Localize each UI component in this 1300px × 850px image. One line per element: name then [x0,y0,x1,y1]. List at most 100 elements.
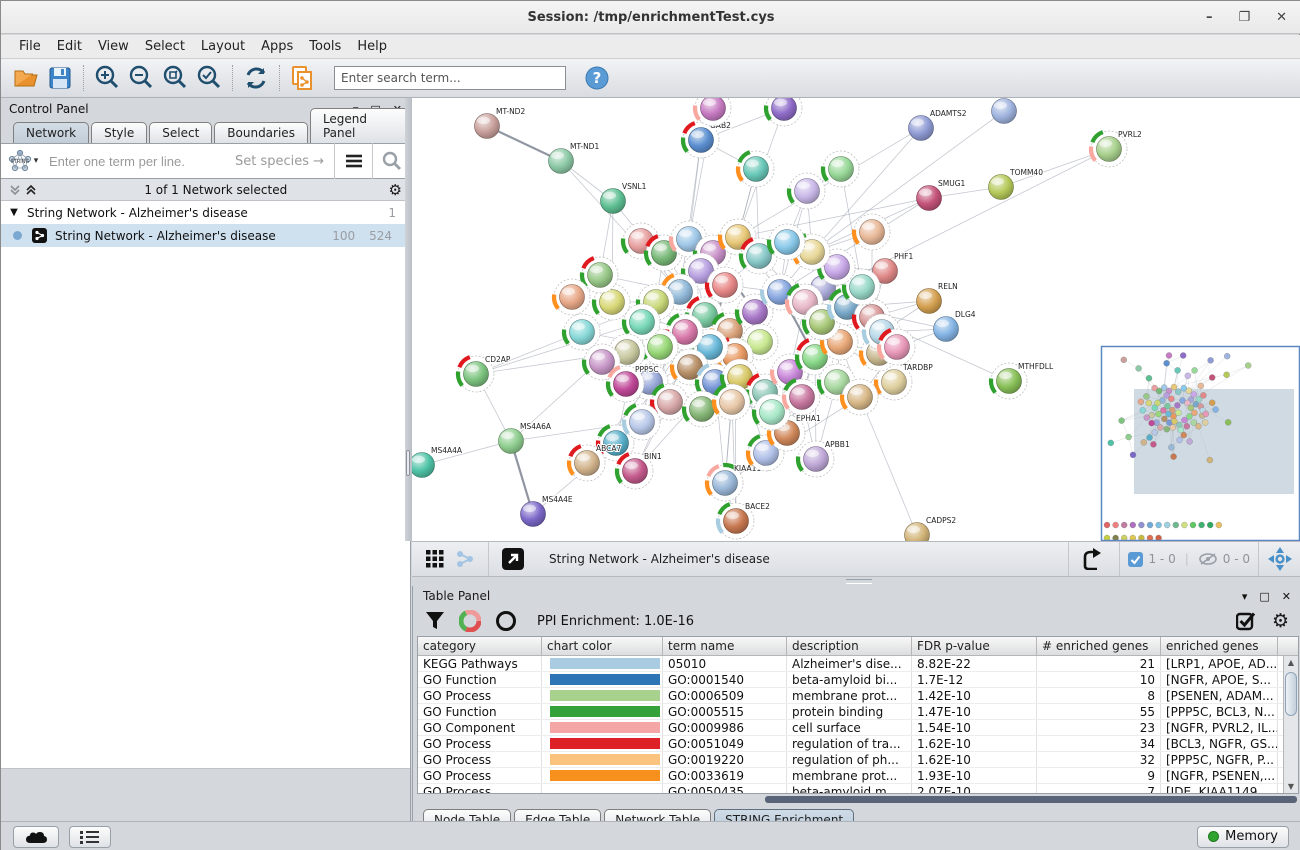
table-settings-gear-icon[interactable]: ⚙ [1272,612,1289,631]
network-row-selected[interactable]: String Network - Alzheimer's disease 100… [1,224,410,247]
string-network-icon [32,228,47,243]
chart-color-cell [542,688,663,703]
splitter-handle[interactable] [406,450,410,476]
table-row[interactable]: GO ProcessGO:0019220regulation of ph...1… [418,752,1298,768]
menu-apps[interactable]: Apps [253,36,301,57]
table-row[interactable]: GO FunctionGO:0001540beta-amyloid bi...1… [418,672,1298,688]
cloud-tasks-button[interactable] [13,826,59,848]
menu-edit[interactable]: Edit [49,36,90,57]
splitter-grip[interactable] [846,579,872,584]
refresh-button[interactable] [239,62,273,94]
menu-tools[interactable]: Tools [301,36,349,57]
table-row[interactable]: GO ProcessGO:0033619membrane prot...1.93… [418,768,1298,784]
h-scrollbar-thumb[interactable] [765,796,1297,803]
close-button[interactable]: ✕ [1276,11,1287,24]
tab-network[interactable]: Network [13,122,89,143]
network-title: String Network - Alzheimer's disease [537,552,1068,566]
app-window: Session: /tmp/enrichmentTest.cys – ❐ ✕ F… [0,0,1300,850]
column-header-chart-color[interactable]: chart color [542,637,663,655]
chart-settings-icon[interactable] [459,610,481,632]
cell: [BCL3, NGFR, GS... [1161,736,1278,751]
string-term-input[interactable] [45,154,235,169]
network-collection-row[interactable]: ▼ String Network - Alzheimer's disease 1 [1,201,410,224]
scroll-up-icon[interactable]: ▲ [1284,656,1298,670]
panel-float-icon[interactable]: □ [1259,591,1269,602]
cell: beta-amyloid m... [787,784,912,794]
cell: protein binding [787,704,912,719]
table-row[interactable]: GO ProcessGO:0051049regulation of tra...… [418,736,1298,752]
table-row[interactable]: GO FunctionGO:0005515protein binding1.47… [418,704,1298,720]
menu-file[interactable]: File [11,36,49,57]
zoom-selected-button[interactable] [192,62,226,94]
filter-enrichment-icon[interactable] [425,611,445,631]
column-header--enriched-genes[interactable]: # enriched genes [1037,637,1161,655]
color-swatch [550,674,660,685]
title-bar: Session: /tmp/enrichmentTest.cys – ❐ ✕ [1,1,1300,34]
svg-text:APBB1: APBB1 [825,440,850,449]
table-panel-title: Table Panel [423,589,490,603]
birdseye-toggle-button[interactable] [1259,546,1300,572]
search-input[interactable] [334,66,566,90]
network-canvas[interactable]: MT-ND2MT-ND1VSNL1GAB2ADAMTS2SMUG1TOMM40P… [412,98,1300,541]
scrollbar-thumb[interactable] [1285,672,1297,716]
minimize-button[interactable]: – [1206,11,1213,24]
scroll-down-icon[interactable]: ▼ [1284,780,1298,794]
cell: 34 [1037,736,1161,751]
menu-help[interactable]: Help [349,36,395,57]
cell: 32 [1037,752,1161,767]
column-header-category[interactable]: category [418,637,542,655]
table-row[interactable]: GO ProcessGO:0050435beta-amyloid m...2.0… [418,784,1298,794]
menu-select[interactable]: Select [137,36,193,57]
tree-expand-icon[interactable]: ▼ [1,207,27,218]
grid-view-button[interactable] [420,543,450,575]
remove-chart-icon[interactable] [495,610,517,632]
help-button[interactable]: ? [580,62,614,94]
svg-text:PPP5C: PPP5C [635,365,659,374]
table-row[interactable]: KEGG Pathways05010Alzheimer's dise...8.8… [418,656,1298,672]
memory-label: Memory [1225,829,1278,844]
clone-network-button[interactable] [286,62,320,94]
column-header-term-name[interactable]: term name [663,637,787,655]
string-share-button[interactable] [450,543,480,575]
zoom-out-button[interactable] [124,62,158,94]
table-splitter[interactable] [412,577,1300,586]
zoom-fit-button[interactable] [158,62,192,94]
string-protein-query-icon[interactable]: STRING ▾ [1,149,45,173]
open-in-browser-button[interactable] [497,543,529,575]
memory-button[interactable]: Memory [1197,826,1289,848]
tab-style[interactable]: Style [91,122,147,143]
horizontal-scrollbar[interactable] [417,796,1299,804]
panel-menu-icon[interactable]: ▾ [1242,591,1248,602]
maximize-button[interactable]: ❐ [1238,11,1250,24]
table-row[interactable]: GO ProcessGO:0006509membrane prot...1.42… [418,688,1298,704]
menu-layout[interactable]: Layout [193,36,253,57]
svg-text:TARDBP: TARDBP [902,363,933,372]
network-label: String Network - Alzheimer's disease [55,229,276,243]
save-session-button[interactable] [43,62,77,94]
task-history-button[interactable] [69,826,111,848]
tab-boundaries[interactable]: Boundaries [214,122,308,143]
svg-text:SMUG1: SMUG1 [938,179,966,188]
status-bar: Memory [1,821,1300,850]
collapse-expand-icons[interactable] [9,183,43,197]
menu-view[interactable]: View [90,36,137,57]
network-options-gear-icon[interactable]: ⚙ [389,181,402,199]
export-network-button[interactable] [1077,543,1111,575]
string-options-button[interactable] [334,143,372,179]
tab-legend-panel[interactable]: Legend Panel [310,108,410,143]
column-header-fdr-p-value[interactable]: FDR p-value [912,637,1037,655]
column-header-description[interactable]: description [787,637,912,655]
panel-close-icon[interactable]: ✕ [1282,591,1291,602]
svg-text:CADPS2: CADPS2 [926,516,956,525]
tab-select[interactable]: Select [149,122,212,143]
zoom-in-button[interactable] [90,62,124,94]
column-header-enriched-genes[interactable]: enriched genes [1161,637,1278,655]
panel-splitter[interactable] [405,98,412,541]
vertical-scrollbar[interactable]: ▲ ▼ [1283,656,1298,794]
set-species-hint[interactable]: Set species → [235,154,334,169]
cell: [PPP5C, BCL3, N... [1161,704,1278,719]
cell: [PSENEN, ADAM... [1161,688,1278,703]
select-all-icon[interactable] [1236,611,1256,631]
table-row[interactable]: GO ComponentGO:0009986cell surface1.54E-… [418,720,1298,736]
open-session-button[interactable] [9,62,43,94]
